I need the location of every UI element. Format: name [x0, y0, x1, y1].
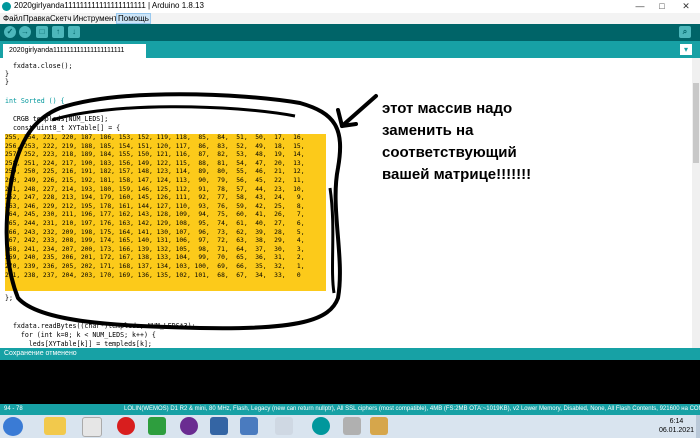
app-icon[interactable] [275, 417, 293, 435]
annotation-line: заменить на [382, 122, 474, 139]
media-player-icon[interactable] [180, 417, 198, 435]
title-bar: 2020girlyanda111111111111111111111 | Ard… [0, 0, 700, 13]
open-button[interactable]: ↑ [52, 26, 64, 38]
notepad-icon[interactable] [82, 417, 102, 437]
arduino-logo-icon [2, 2, 11, 11]
document-icon[interactable] [240, 417, 258, 435]
app-icon[interactable] [343, 417, 361, 435]
maximize-button[interactable]: □ [652, 0, 672, 13]
cursor-position: 94 - 78 [4, 406, 23, 412]
editor-scrollbar[interactable] [692, 58, 700, 348]
opera-icon[interactable] [117, 417, 135, 435]
tab-sketch[interactable]: 2020girlyanda111111111111111111111 [3, 44, 146, 58]
status-bar: Сохранение отменено [0, 348, 700, 360]
utorrent-icon[interactable] [148, 417, 166, 435]
show-desktop-button[interactable] [696, 415, 700, 438]
close-button[interactable]: ✕ [676, 0, 696, 13]
clock-date: 06.01.2021 [658, 427, 694, 434]
status-message: Сохранение отменено [4, 350, 77, 357]
taskbar: 6:14 06.01.2021 [0, 415, 700, 438]
annotation-line: вашей матрице!!!!!!! [382, 166, 532, 183]
arduino-taskbar-icon[interactable] [312, 417, 330, 435]
tab-menu-button[interactable]: ▾ [680, 44, 692, 55]
system-clock[interactable]: 6:14 06.01.2021 [659, 417, 694, 435]
new-button[interactable]: □ [36, 26, 48, 38]
board-info: LOLIN(WEMOS) D1 R2 & mini, 80 MHz, Flash… [124, 406, 700, 412]
start-icon[interactable] [3, 417, 23, 436]
menu-help[interactable]: Помощь [116, 13, 151, 24]
annotation-line: этот массив надо [382, 100, 513, 117]
board-info-bar: 94 - 78 LOLIN(WEMOS) D1 R2 & mini, 80 MH… [0, 404, 700, 415]
menu-file[interactable]: Файл [3, 14, 23, 23]
minimize-button[interactable]: — [630, 0, 650, 13]
menu-edit[interactable]: Правка [23, 14, 50, 23]
tab-strip: 2020girlyanda111111111111111111111 ▾ [0, 41, 700, 58]
upload-button[interactable]: → [19, 26, 31, 38]
menu-bar: Файл Правка Скетч Инструменты Помощь [0, 13, 700, 24]
serial-monitor-button[interactable]: ⌕ [679, 26, 691, 38]
console-output[interactable] [0, 360, 700, 404]
clock-time: 6:14 [669, 418, 684, 425]
app-icon[interactable] [370, 417, 388, 435]
document-icon[interactable] [210, 417, 228, 435]
window-title: 2020girlyanda111111111111111111111 | Ard… [14, 1, 204, 10]
scrollbar-thumb[interactable] [693, 83, 699, 163]
annotation-line: соответствующий [382, 144, 517, 161]
toolbar: ✓ → □ ↑ ↓ ⌕ [0, 24, 700, 41]
save-button[interactable]: ↓ [68, 26, 80, 38]
verify-button[interactable]: ✓ [4, 26, 16, 38]
annotation-text: этот массив надо заменить на соответству… [382, 98, 682, 186]
menu-sketch[interactable]: Скетч [50, 14, 71, 23]
folder-icon[interactable] [44, 417, 66, 435]
